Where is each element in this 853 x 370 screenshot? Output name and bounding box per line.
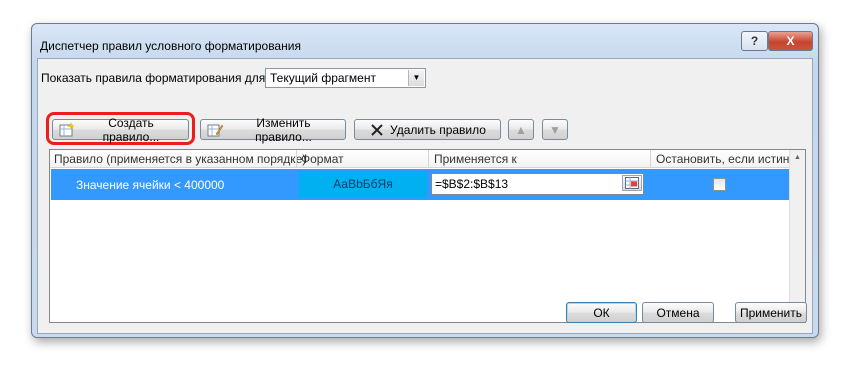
delete-icon (369, 122, 385, 138)
show-rules-label: Показать правила форматирования для: (41, 71, 269, 85)
stop-if-true-checkbox[interactable] (713, 178, 726, 191)
delete-rule-label: Удалить правило (390, 122, 486, 137)
conditional-formatting-dialog: Диспетчер правил условного форматировани… (31, 23, 819, 338)
chevron-down-icon[interactable]: ▼ (408, 70, 424, 86)
ok-button[interactable]: ОК (566, 302, 637, 323)
arrow-up-icon: ▲ (515, 122, 527, 137)
title-bar: Диспетчер правил условного форматировани… (32, 24, 818, 57)
cancel-button[interactable]: Отмена (642, 302, 714, 323)
apply-button[interactable]: Применить (735, 302, 807, 323)
rule-description: Значение ячейки < 400000 (76, 178, 225, 192)
delete-rule-button[interactable]: Удалить правило (354, 119, 501, 140)
move-up-button[interactable]: ▲ (508, 119, 534, 140)
column-separator (296, 150, 297, 167)
show-rules-value: Текущий фрагмент (270, 71, 376, 85)
scroll-up-icon[interactable]: ▲ (790, 150, 805, 165)
new-rule-button[interactable]: Создать правило... (52, 116, 189, 144)
applies-to-field[interactable]: =$B$2:$B$13 (431, 173, 644, 195)
column-stop-if-true[interactable]: Остановить, если истина (656, 152, 796, 166)
help-button[interactable]: ? (741, 31, 768, 51)
column-rule[interactable]: Правило (применяется в указанном порядке… (54, 152, 306, 166)
new-rule-icon (59, 121, 75, 138)
rules-list: Правило (применяется в указанном порядке… (49, 149, 806, 323)
range-select-icon[interactable] (622, 175, 642, 191)
rules-list-header: Правило (применяется в указанном порядке… (50, 150, 796, 168)
new-rule-label: Создать правило... (102, 115, 160, 144)
move-down-button[interactable]: ▼ (542, 119, 568, 140)
format-preview: АаBbБбЯя (299, 171, 427, 198)
close-button[interactable]: X (768, 31, 813, 51)
arrow-down-icon: ▼ (549, 122, 561, 137)
vertical-scrollbar[interactable]: ▲ ▼ (789, 150, 805, 322)
show-rules-select[interactable]: Текущий фрагмент ▼ (265, 68, 426, 88)
column-format[interactable]: Формат (301, 152, 344, 166)
rule-row[interactable]: Значение ячейки < 400000 АаBbБбЯя =$B$2:… (51, 169, 789, 200)
dialog-title: Диспетчер правил условного форматировани… (40, 39, 301, 53)
column-separator (650, 150, 651, 167)
column-applies-to[interactable]: Применяется к (434, 152, 517, 166)
edit-rule-button[interactable]: Изменить правило... (200, 116, 346, 144)
dialog-body: Показать правила форматирования для: Тек… (37, 58, 813, 334)
column-separator (428, 150, 429, 167)
edit-rule-label: Изменить правило... (255, 115, 312, 144)
edit-rule-icon (207, 122, 223, 138)
applies-to-value: =$B$2:$B$13 (435, 177, 509, 191)
